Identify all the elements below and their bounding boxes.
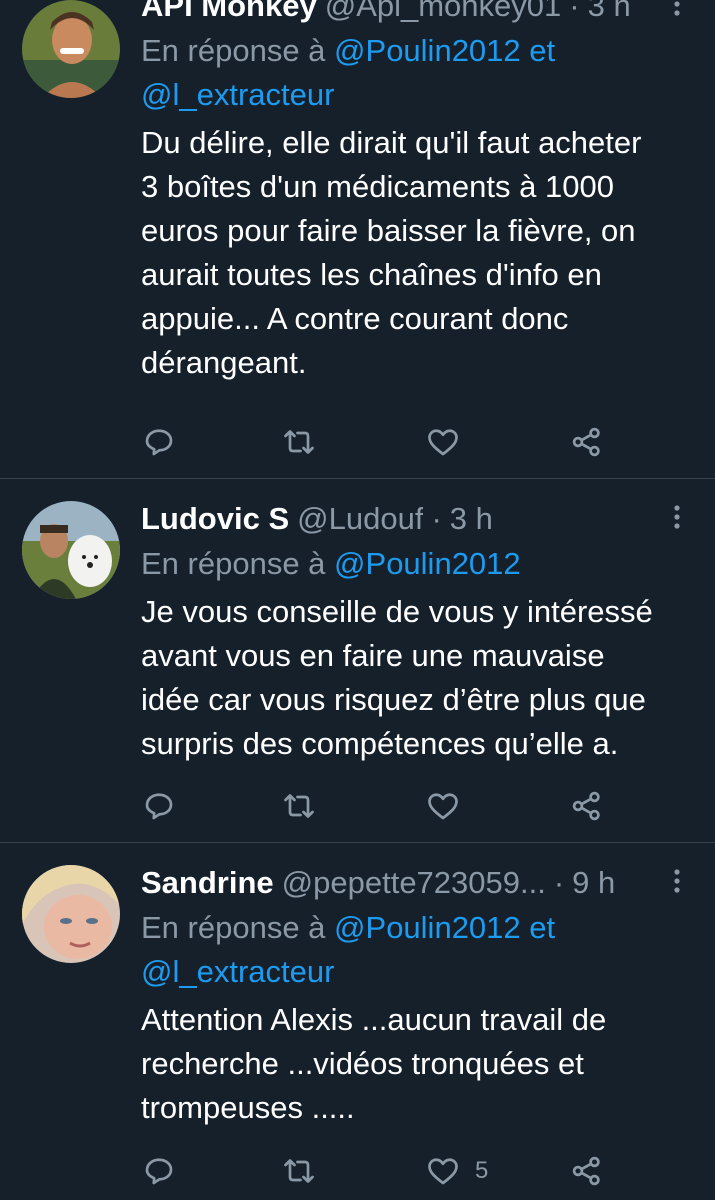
separator-dot: · — [431, 501, 442, 536]
like-button[interactable] — [425, 422, 475, 462]
reply-icon — [141, 1153, 177, 1189]
tweet[interactable]: API Monkey @Api_monkey01 · 3 h En répons… — [0, 0, 715, 478]
reply-icon — [141, 788, 177, 824]
retweet-icon — [281, 424, 317, 460]
share-icon — [569, 1153, 605, 1189]
reply-icon — [141, 424, 177, 460]
tweet[interactable]: Sandrine @pepette723059... · 9 h En répo… — [0, 843, 715, 1200]
tweet[interactable]: Ludovic S @Ludouf · 3 h En réponse à @Po… — [0, 479, 715, 841]
avatar[interactable] — [22, 0, 120, 98]
tweet-actions — [141, 786, 621, 826]
author-handle[interactable]: @Ludouf — [297, 499, 423, 539]
heart-icon — [425, 788, 461, 824]
author-name[interactable]: Ludovic S — [141, 499, 289, 539]
tweet-actions: 5 — [141, 1151, 621, 1191]
separator-dot: · — [569, 0, 580, 23]
author-handle[interactable]: @pepette723059... — [282, 863, 546, 903]
retweet-button[interactable] — [281, 422, 317, 462]
like-count: 5 — [475, 1157, 489, 1184]
share-icon — [569, 788, 605, 824]
tweet-header: API Monkey @Api_monkey01 · 3 h — [141, 0, 687, 26]
share-button[interactable] — [569, 786, 605, 826]
reply-prefix: En réponse à — [141, 33, 326, 68]
more-vertical-icon[interactable] — [667, 867, 687, 895]
tweet-header: Ludovic S @Ludouf · 3 h — [141, 499, 687, 539]
tweet-text: Du délire, elle dirait qu'il faut achete… — [141, 125, 642, 380]
reply-context: En réponse à @Poulin2012 — [141, 542, 687, 586]
avatar[interactable] — [22, 501, 120, 599]
reply-button[interactable] — [141, 786, 177, 826]
mention-link[interactable]: @l_extracteur — [141, 77, 334, 112]
timestamp[interactable]: 3 h — [588, 0, 631, 26]
more-vertical-icon[interactable] — [667, 503, 687, 531]
heart-icon — [425, 1153, 461, 1189]
tweet-header: Sandrine @pepette723059... · 9 h — [141, 863, 687, 903]
tweet-text: Attention Alexis ...aucun travail de rec… — [141, 1002, 607, 1125]
retweet-button[interactable] — [281, 786, 317, 826]
mention-link[interactable]: @l_extracteur — [141, 954, 334, 989]
reply-prefix: En réponse à — [141, 910, 326, 945]
more-vertical-icon[interactable] — [667, 0, 687, 18]
reply-button[interactable] — [141, 422, 177, 462]
reply-context: En réponse à @Poulin2012 et @l_extracteu… — [141, 29, 687, 117]
like-button[interactable] — [425, 786, 475, 826]
retweet-icon — [281, 1153, 317, 1189]
reply-joiner: et — [529, 910, 556, 945]
author-handle[interactable]: @Api_monkey01 — [325, 0, 562, 26]
reply-button[interactable] — [141, 1151, 177, 1191]
share-button[interactable] — [569, 422, 605, 462]
heart-icon — [425, 424, 461, 460]
tweet-actions — [141, 422, 621, 462]
separator-dot: · — [553, 865, 565, 900]
author-name[interactable]: Sandrine — [141, 863, 274, 903]
author-name[interactable]: API Monkey — [141, 0, 317, 26]
reply-context: En réponse à @Poulin2012 et @l_extracteu… — [141, 906, 687, 994]
avatar[interactable] — [22, 865, 120, 963]
mention-link[interactable]: @Poulin2012 — [334, 33, 521, 68]
share-button[interactable] — [569, 1151, 605, 1191]
reply-prefix: En réponse à — [141, 546, 326, 581]
timestamp[interactable]: 9 h — [572, 863, 615, 903]
share-icon — [569, 424, 605, 460]
retweet-button[interactable] — [281, 1151, 317, 1191]
mention-link[interactable]: @Poulin2012 — [334, 910, 521, 945]
like-button[interactable]: 5 — [425, 1151, 488, 1191]
reply-joiner: et — [529, 33, 556, 68]
tweet-text: Je vous conseille de vous y intéressé av… — [141, 594, 653, 761]
mention-link[interactable]: @Poulin2012 — [334, 546, 521, 581]
timestamp[interactable]: 3 h — [450, 499, 493, 539]
retweet-icon — [281, 788, 317, 824]
